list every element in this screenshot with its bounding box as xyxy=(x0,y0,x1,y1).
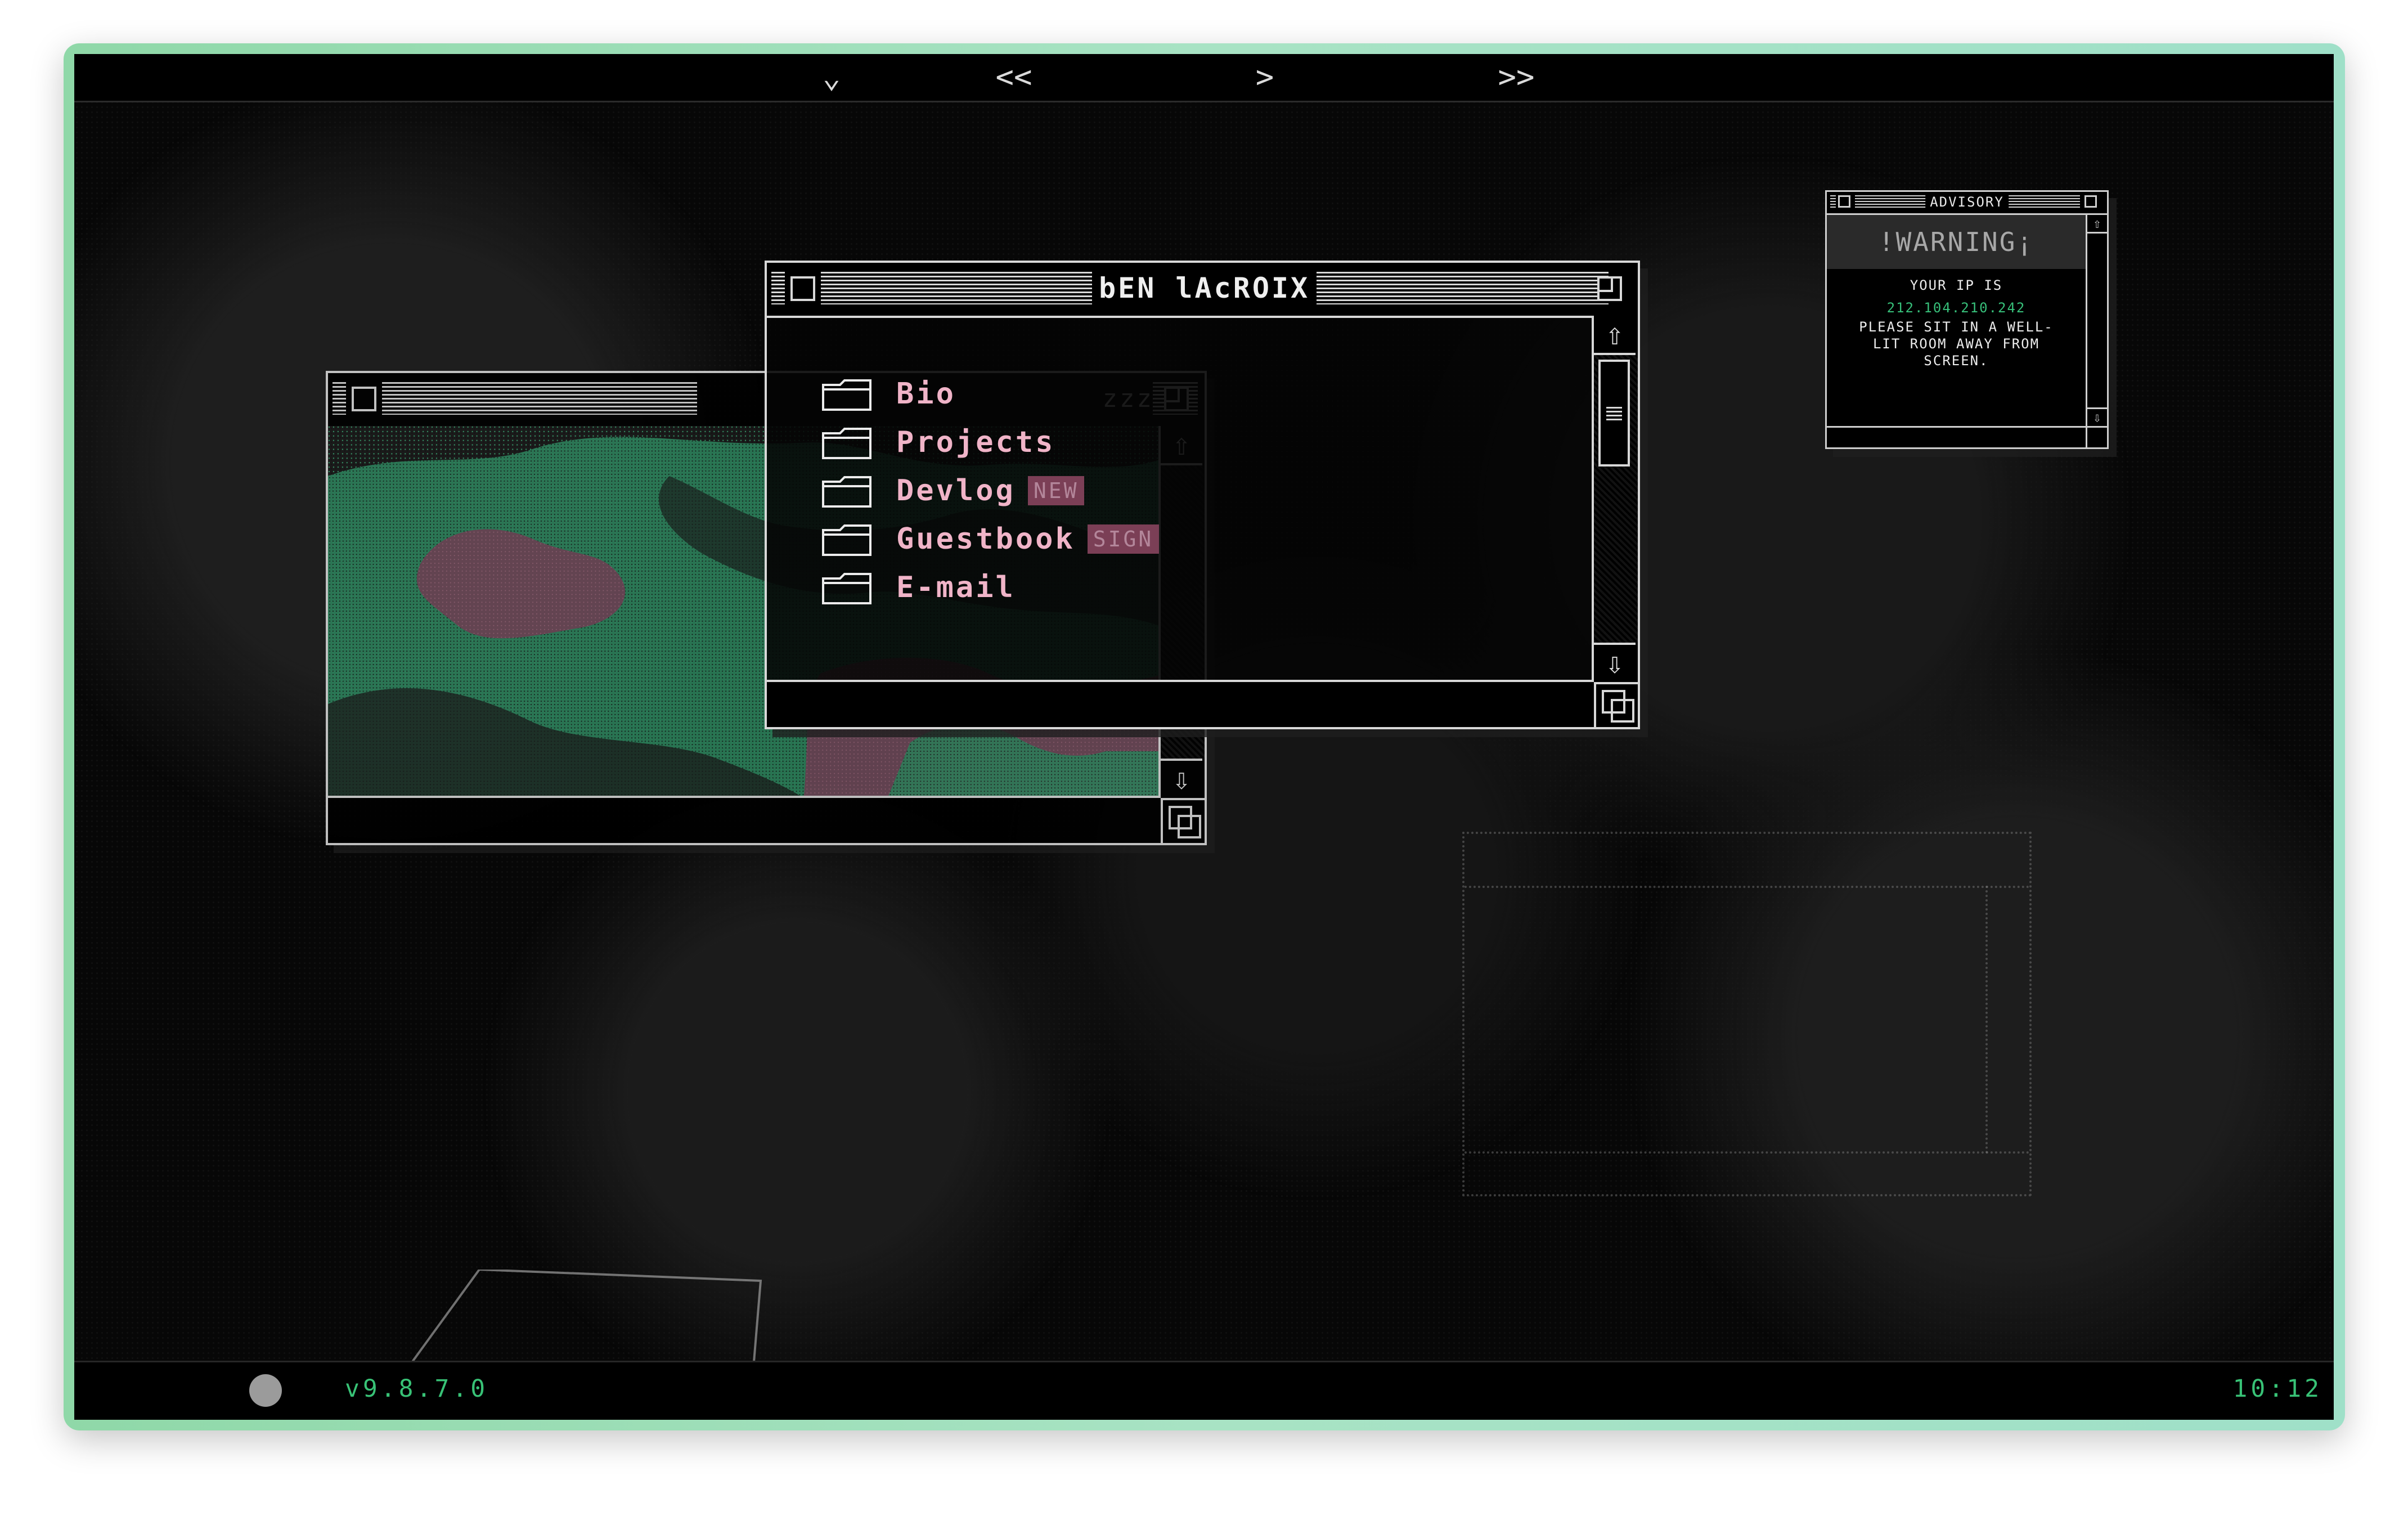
image-window-status-area xyxy=(328,796,1161,843)
image-window-close-button[interactable] xyxy=(352,387,376,411)
new-badge: NEW xyxy=(1027,476,1085,505)
scroll-down-arrow-icon[interactable]: ⇩ xyxy=(1594,643,1636,682)
folder-devlog[interactable]: Devlog NEW xyxy=(821,467,1159,515)
advisory-line-3: LIT ROOM AWAY FROM xyxy=(1872,336,2040,352)
scroll-down-arrow-icon[interactable]: ⇩ xyxy=(1161,759,1202,798)
advisory-content: !WARNING¡ YOUR IP IS 212.104.210.242 PLE… xyxy=(1827,215,2086,426)
folder-icon xyxy=(822,428,871,459)
advisory-line-1: YOUR IP IS xyxy=(1910,277,2003,293)
scroll-up-arrow-icon[interactable]: ⇧ xyxy=(1594,316,1636,355)
main-window-resize-handle[interactable] xyxy=(1594,682,1638,727)
main-window-title: bEN lAcROIX xyxy=(1092,268,1317,308)
advisory-message: YOUR IP IS 212.104.210.242 PLEASE SIT IN… xyxy=(1827,277,2086,369)
ghost-window-titlebar xyxy=(1464,834,2029,888)
ghost-window-outline xyxy=(1462,832,2032,1196)
sign-badge: SIGN xyxy=(1087,524,1160,554)
warning-heading: !WARNING¡ xyxy=(1827,215,2086,269)
ghost-window-scrollbar xyxy=(1985,886,2029,1154)
folder-projects[interactable]: Projects xyxy=(821,418,1159,467)
main-window[interactable]: bEN lAcROIX Bio Projects Devlog NEW Gues… xyxy=(765,261,1640,729)
first-button[interactable]: << xyxy=(989,62,1039,92)
advisory-title: ADVISORY xyxy=(1925,194,2009,210)
advisory-resize-handle[interactable] xyxy=(2086,426,2107,447)
folder-label: Devlog xyxy=(896,474,1016,508)
folder-guestbook[interactable]: Guestbook SIGN xyxy=(821,515,1160,563)
titlebar-stripes xyxy=(333,382,346,415)
advisory-scrollbar[interactable]: ⇧ ⇩ xyxy=(2086,215,2107,426)
image-window-resize-handle[interactable] xyxy=(1161,798,1205,843)
advisory-status-area xyxy=(1827,426,2086,447)
advisory-zoom-button[interactable] xyxy=(2084,195,2097,208)
last-button[interactable]: >> xyxy=(1491,62,1542,92)
folder-icon xyxy=(822,573,871,604)
advisory-close-button[interactable] xyxy=(1838,195,1850,208)
clock: 10:12 xyxy=(2232,1375,2322,1403)
advisory-line-4: SCREEN. xyxy=(1924,353,1989,369)
folder-icon xyxy=(822,379,871,411)
folder-label: Bio xyxy=(896,377,956,411)
folder-label: E-mail xyxy=(896,571,1016,604)
folder-bio[interactable]: Bio xyxy=(821,370,1159,418)
folder-icon xyxy=(822,524,871,556)
next-button[interactable]: > xyxy=(1239,62,1290,92)
titlebar-stripes xyxy=(1830,195,1836,209)
top-navigation-bar: ⌄ << > >> xyxy=(74,54,2334,102)
scroll-down-arrow-icon[interactable]: ⇩ xyxy=(2087,407,2107,426)
titlebar-stripes xyxy=(771,272,785,304)
main-window-zoom-button[interactable] xyxy=(1597,276,1622,301)
main-window-titlebar[interactable]: bEN lAcROIX xyxy=(767,263,1638,318)
version-label: v9.8.7.0 xyxy=(345,1375,489,1403)
titlebar-stripes xyxy=(382,382,697,415)
main-window-close-button[interactable] xyxy=(790,276,815,301)
orb-icon[interactable] xyxy=(249,1374,282,1407)
bottom-status-bar: v9.8.7.0 10:12 xyxy=(74,1361,2334,1420)
ip-address: 212.104.210.242 xyxy=(1886,300,2026,316)
folder-icon xyxy=(822,476,871,508)
scroll-track[interactable] xyxy=(1594,355,1638,643)
scroll-thumb[interactable] xyxy=(1598,360,1630,467)
advisory-titlebar[interactable]: ADVISORY xyxy=(1827,192,2107,215)
ghost-window-footer xyxy=(1464,1151,2029,1194)
folder-list: Bio Projects Devlog NEW Guestbook SIGN E… xyxy=(821,370,1160,612)
folder-label: Projects xyxy=(896,425,1055,459)
advisory-window[interactable]: ADVISORY !WARNING¡ YOUR IP IS 212.104.21… xyxy=(1825,190,2109,449)
dropdown-button[interactable]: ⌄ xyxy=(806,62,857,92)
main-window-status-area xyxy=(767,680,1594,727)
main-window-scrollbar[interactable]: ⇧ ⇩ xyxy=(1592,316,1638,682)
folder-email[interactable]: E-mail xyxy=(821,563,1159,612)
advisory-line-2: PLEASE SIT IN A WELL- xyxy=(1859,319,2054,335)
folder-label: Guestbook xyxy=(896,522,1075,556)
scroll-up-arrow-icon[interactable]: ⇧ xyxy=(2087,215,2107,234)
desktop-screen: ⌄ << > >> zzz xyxy=(74,54,2334,1420)
